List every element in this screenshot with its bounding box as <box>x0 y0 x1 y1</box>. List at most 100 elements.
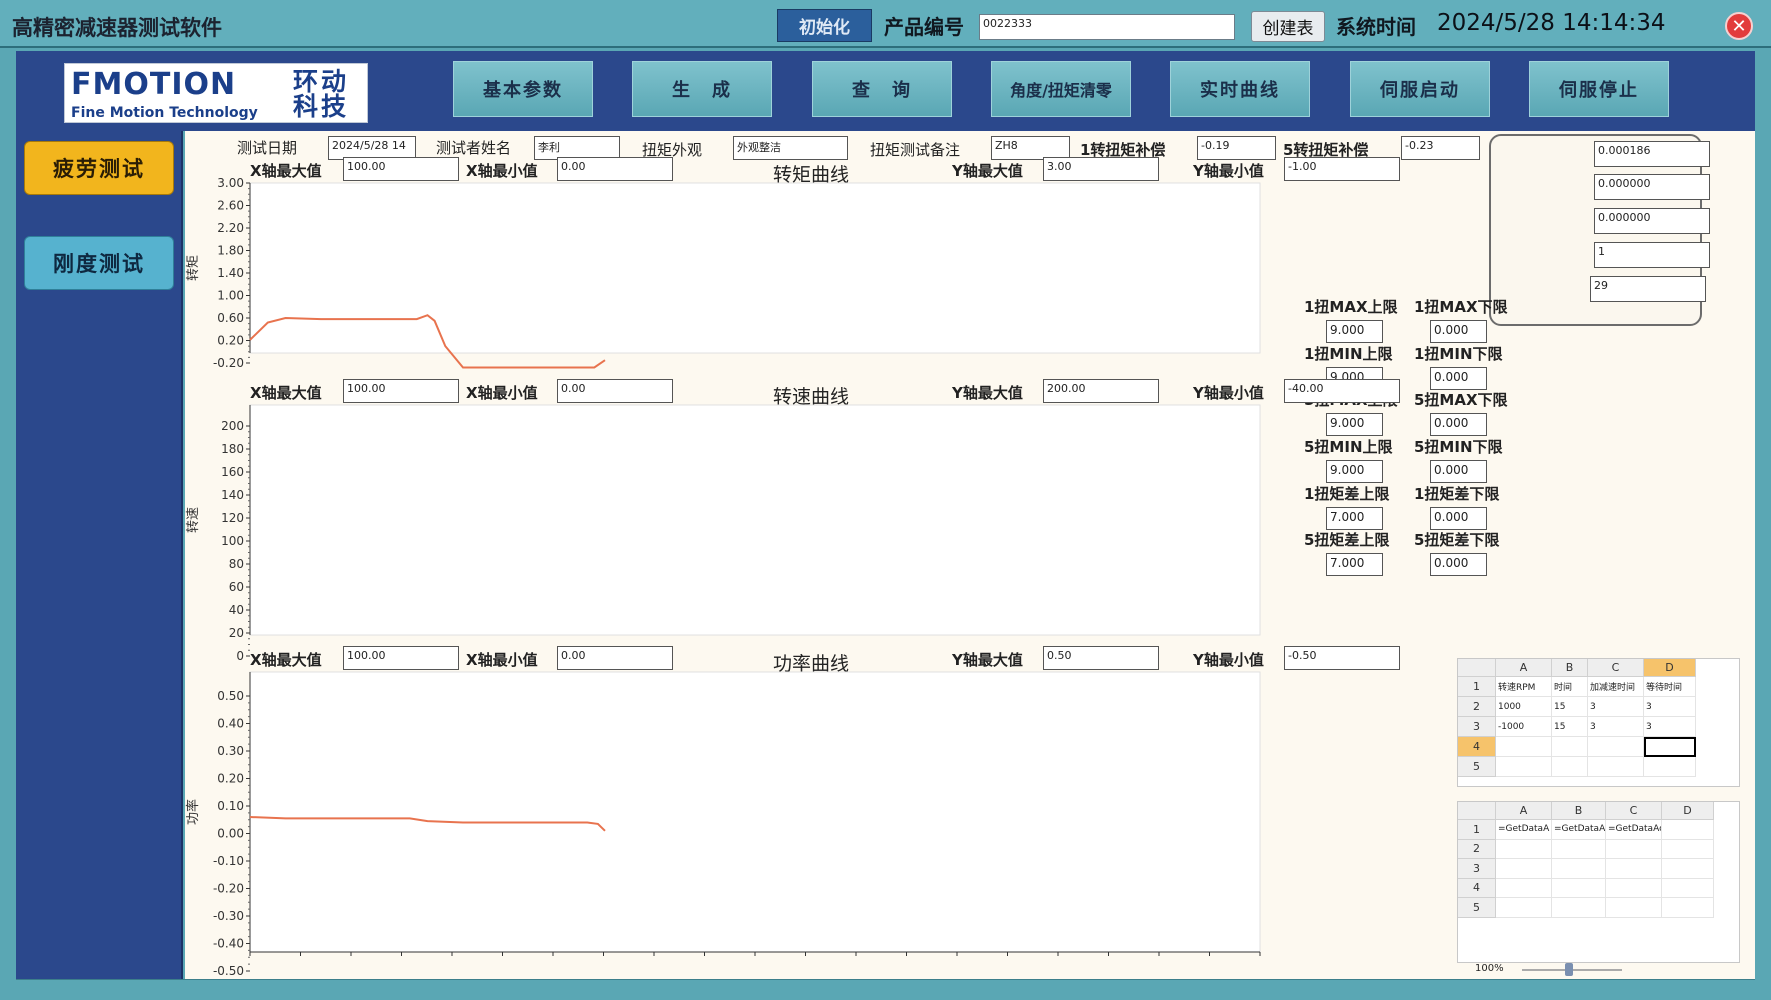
sheet-cell[interactable]: 1000 <box>1496 697 1552 717</box>
sheet-cell[interactable]: 15 <box>1552 717 1588 737</box>
sheet-column-header[interactable]: D <box>1644 659 1696 677</box>
comp1-input[interactable]: -0.19 <box>1197 136 1276 160</box>
sequence-spreadsheet[interactable]: A B C D 1 转速RPM 时间 加减速时间 等待时间 2 1000 15 3 3 3 -1000 15 3 3… <box>1457 658 1740 787</box>
sheet-cell[interactable] <box>1588 737 1644 757</box>
sheet-column-header[interactable]: C <box>1588 659 1644 677</box>
sheet-column-header[interactable]: C <box>1606 802 1662 820</box>
sheet-cell[interactable]: 15 <box>1552 697 1588 717</box>
sheet-cell[interactable] <box>1552 839 1606 859</box>
sheet-row-header[interactable]: 5 <box>1458 898 1496 918</box>
create-table-button[interactable]: 创建表 <box>1251 11 1325 42</box>
y-min-input[interactable]: -1.00 <box>1284 157 1400 181</box>
sheet-row-header[interactable]: 3 <box>1458 717 1496 737</box>
sheet-cell[interactable]: =GetDataAccess("I <box>1606 820 1662 840</box>
sheet-cell[interactable] <box>1662 859 1714 879</box>
limit-input[interactable]: 9.000 <box>1326 460 1383 483</box>
servo-start-button[interactable]: 伺服启动 <box>1350 61 1490 117</box>
sheet-row-header[interactable]: 4 <box>1458 878 1496 898</box>
sheet-cell[interactable] <box>1552 859 1606 879</box>
sheet-cell[interactable]: 加减速时间 <box>1588 677 1644 697</box>
sheet-cell[interactable] <box>1496 757 1552 777</box>
sheet-cell[interactable] <box>1496 839 1552 859</box>
status-value-5[interactable]: 29 <box>1590 276 1706 302</box>
limit-input[interactable]: 0.000 <box>1430 460 1487 483</box>
sheet-cell[interactable] <box>1496 737 1552 757</box>
sheet-column-header[interactable]: D <box>1662 802 1714 820</box>
limit-input[interactable]: 0.000 <box>1430 413 1487 436</box>
sheet-cell[interactable] <box>1606 859 1662 879</box>
sheet-row-header[interactable]: 2 <box>1458 839 1496 859</box>
init-button[interactable]: 初始化 <box>777 9 872 42</box>
sheet-cell[interactable]: 3 <box>1644 717 1696 737</box>
logo-cn: 环动 科技 <box>292 67 349 121</box>
sheet-cell[interactable] <box>1606 878 1662 898</box>
limit-input[interactable]: 9.000 <box>1326 320 1383 343</box>
status-value-3[interactable]: 0.000000 <box>1594 208 1710 234</box>
sheet-row-header[interactable]: 1 <box>1458 820 1496 840</box>
sheet-cell[interactable]: =GetDataA <box>1496 820 1552 840</box>
sheet-row-header[interactable]: 3 <box>1458 859 1496 879</box>
sheet-cell[interactable] <box>1644 737 1696 757</box>
sheet-cell[interactable]: 3 <box>1644 697 1696 717</box>
status-value-4[interactable]: 1 <box>1594 242 1710 268</box>
limit-input[interactable]: 7.000 <box>1326 553 1383 576</box>
zero-angle-torque-button[interactable]: 角度/扭矩清零 <box>991 61 1131 117</box>
sheet-cell[interactable] <box>1552 878 1606 898</box>
sheet-cell[interactable] <box>1496 898 1552 918</box>
sheet-column-header[interactable]: B <box>1552 659 1588 677</box>
sheet-cell[interactable] <box>1552 898 1606 918</box>
sheet-cell[interactable] <box>1552 737 1588 757</box>
limit-input[interactable]: 0.000 <box>1430 507 1487 530</box>
close-icon[interactable]: ✕ <box>1725 12 1753 40</box>
zoom-slider-thumb[interactable] <box>1565 963 1573 976</box>
sheet-column-header[interactable]: A <box>1496 802 1552 820</box>
status-value-2[interactable]: 0.000000 <box>1594 174 1710 200</box>
realtime-curve-button[interactable]: 实时曲线 <box>1170 61 1310 117</box>
sheet-cell[interactable]: 时间 <box>1552 677 1588 697</box>
y-min-input[interactable]: -0.50 <box>1284 646 1400 670</box>
sheet-row-header[interactable]: 2 <box>1458 697 1496 717</box>
stiffness-test-button[interactable]: 刚度测试 <box>24 236 174 290</box>
sheet-cell[interactable] <box>1662 898 1714 918</box>
chart-svg: 转速200180160140120100806040200 <box>186 404 1261 663</box>
generate-button[interactable]: 生 成 <box>632 61 772 117</box>
formula-spreadsheet[interactable]: ABCD1=GetDataA=GetDataA=GetDataAccess("I… <box>1457 801 1740 963</box>
sheet-column-header[interactable]: A <box>1496 659 1552 677</box>
sheet-cell[interactable]: 3 <box>1588 697 1644 717</box>
fatigue-test-button[interactable]: 疲劳测试 <box>24 141 174 195</box>
app-window: 高精密减速器测试软件 初始化 产品编号 0022333 创建表 系统时间 202… <box>0 0 1771 1000</box>
comp5-input[interactable]: -0.23 <box>1401 136 1480 160</box>
limit-input[interactable]: 0.000 <box>1430 320 1487 343</box>
limit-input[interactable]: 7.000 <box>1326 507 1383 530</box>
limit-input[interactable]: 0.000 <box>1430 553 1487 576</box>
sheet-row-header[interactable]: 5 <box>1458 757 1496 777</box>
product-number-input[interactable]: 0022333 <box>979 14 1235 40</box>
sheet-cell[interactable] <box>1552 757 1588 777</box>
y-min-input[interactable]: -40.00 <box>1284 379 1400 403</box>
sheet-cell[interactable]: =GetDataA <box>1552 820 1606 840</box>
sheet-cell[interactable] <box>1588 757 1644 777</box>
sheet-cell[interactable] <box>1606 839 1662 859</box>
sheet-cell[interactable] <box>1662 878 1714 898</box>
sheet-cell[interactable]: -1000 <box>1496 717 1552 737</box>
sheet-row-header[interactable]: 4 <box>1458 737 1496 757</box>
sheet-cell[interactable]: 转速RPM <box>1496 677 1552 697</box>
limit-input[interactable]: 9.000 <box>1326 413 1383 436</box>
sheet-cell[interactable] <box>1662 820 1714 840</box>
sheet-cell[interactable] <box>1496 878 1552 898</box>
status-value-1[interactable]: 0.000186 <box>1594 141 1710 167</box>
servo-stop-button[interactable]: 伺服停止 <box>1529 61 1669 117</box>
basic-params-button[interactable]: 基本参数 <box>453 61 593 117</box>
sheet-cell[interactable]: 3 <box>1588 717 1644 737</box>
sheet-cell[interactable] <box>1662 839 1714 859</box>
query-button[interactable]: 查 询 <box>812 61 952 117</box>
sheet-cell[interactable] <box>1644 757 1696 777</box>
limit-input[interactable]: 0.000 <box>1430 367 1487 390</box>
appearance-input[interactable]: 外观整洁 <box>733 136 848 160</box>
sheet-corner <box>1458 802 1496 820</box>
sheet-cell[interactable]: 等待时间 <box>1644 677 1696 697</box>
sheet-column-header[interactable]: B <box>1552 802 1606 820</box>
sheet-cell[interactable] <box>1606 898 1662 918</box>
sheet-row-header[interactable]: 1 <box>1458 677 1496 697</box>
sheet-cell[interactable] <box>1496 859 1552 879</box>
